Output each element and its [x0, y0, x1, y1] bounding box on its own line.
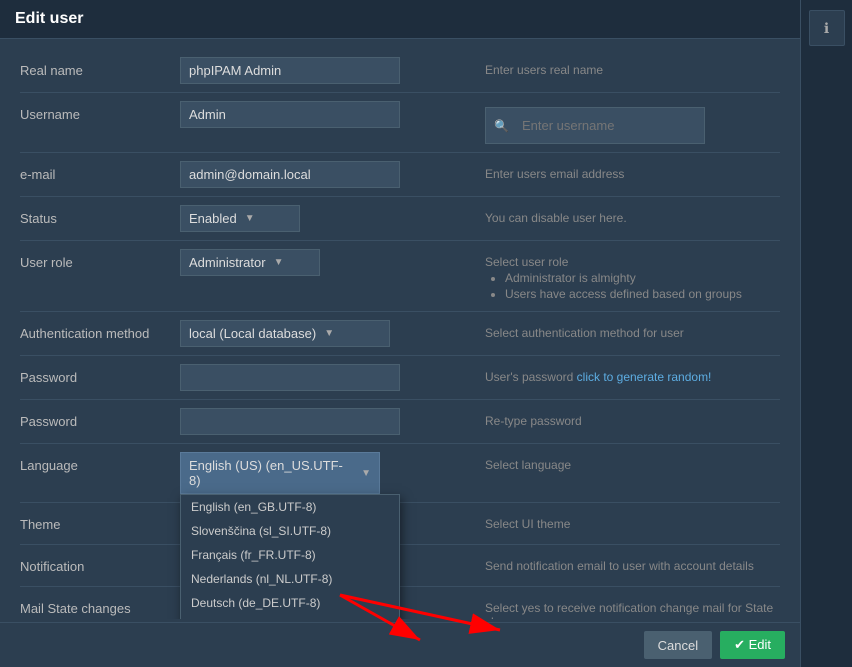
status-value: Enabled	[189, 211, 237, 226]
username-search-wrap: 🔍	[485, 107, 705, 144]
password-input[interactable]	[180, 364, 400, 391]
edit-button[interactable]: ✔ Edit	[720, 631, 785, 659]
language-control: English (US) (en_US.UTF-8) ▼ English (en…	[180, 452, 475, 494]
modal-body: Real name Enter users real name Username…	[0, 39, 800, 619]
auth-method-hint: Select authentication method for user	[475, 320, 780, 340]
notification-hint: Send notification email to user with acc…	[475, 553, 780, 573]
status-label: Status	[20, 205, 180, 226]
status-select[interactable]: Enabled ▼	[180, 205, 300, 232]
password2-label: Password	[20, 408, 180, 429]
search-icon: 🔍	[494, 119, 509, 133]
mail-state-row: Mail State changes Select yes to receive…	[20, 587, 780, 619]
lang-option-en-gb[interactable]: English (en_GB.UTF-8)	[181, 495, 399, 519]
notification-row: Notification Send notification email to …	[20, 545, 780, 587]
password2-input[interactable]	[180, 408, 400, 435]
username-label: Username	[20, 101, 180, 122]
status-control: Enabled ▼	[180, 205, 475, 232]
user-role-control: Administrator ▼	[180, 249, 475, 276]
password-label: Password	[20, 364, 180, 385]
theme-label: Theme	[20, 511, 180, 532]
language-hint: Select language	[475, 452, 780, 472]
auth-method-select[interactable]: local (Local database) ▼	[180, 320, 390, 347]
password2-row: Password Re-type password	[20, 400, 780, 444]
info-button[interactable]: ℹ	[809, 10, 845, 46]
email-hint: Enter users email address	[475, 161, 780, 181]
real-name-hint: Enter users real name	[475, 57, 780, 77]
right-sidebar: ℹ	[800, 0, 852, 667]
username-search-input[interactable]	[514, 113, 696, 138]
user-role-row: User role Administrator ▼ Select user ro…	[20, 241, 780, 312]
language-label: Language	[20, 452, 180, 473]
theme-row: Theme Select UI theme	[20, 503, 780, 545]
language-select[interactable]: English (US) (en_US.UTF-8) ▼	[180, 452, 380, 494]
modal-header: Edit user	[0, 0, 800, 39]
username-input[interactable]	[180, 101, 400, 128]
generate-random-link[interactable]: click to generate random!	[577, 370, 712, 384]
mail-state-hint: Select yes to receive notification chang…	[475, 595, 780, 619]
username-row: Username 🔍	[20, 93, 780, 153]
notification-label: Notification	[20, 553, 180, 574]
modal-footer: Cancel ✔ Edit	[0, 622, 800, 667]
user-role-select[interactable]: Administrator ▼	[180, 249, 320, 276]
password-hint: User's password click to generate random…	[475, 364, 780, 384]
email-control	[180, 161, 475, 188]
real-name-row: Real name Enter users real name	[20, 49, 780, 93]
user-role-hint-title: Select user role	[485, 255, 780, 269]
lang-option-nl-nl[interactable]: Nederlands (nl_NL.UTF-8)	[181, 567, 399, 591]
username-control	[180, 101, 475, 128]
mail-state-label: Mail State changes	[20, 595, 180, 616]
auth-method-control: local (Local database) ▼	[180, 320, 475, 347]
email-row: e-mail Enter users email address	[20, 153, 780, 197]
modal-title: Edit user	[15, 10, 83, 27]
user-role-label: User role	[20, 249, 180, 270]
language-value: English (US) (en_US.UTF-8)	[189, 458, 353, 488]
hint-list-item-1: Users have access defined based on group…	[505, 287, 780, 301]
auth-method-arrow-icon: ▼	[324, 328, 334, 339]
lang-option-fr-fr[interactable]: Français (fr_FR.UTF-8)	[181, 543, 399, 567]
username-hint: 🔍	[475, 101, 780, 144]
status-hint: You can disable user here.	[475, 205, 780, 225]
edit-user-modal: Edit user Real name Enter users real nam…	[0, 0, 800, 667]
language-row: Language English (US) (en_US.UTF-8) ▼ En…	[20, 444, 780, 503]
lang-option-de-de[interactable]: Deutsch (de_DE.UTF-8)	[181, 591, 399, 615]
user-role-hint: Select user role Administrator is almigh…	[475, 249, 780, 303]
theme-hint: Select UI theme	[475, 511, 780, 531]
language-dropdown-menu: English (en_GB.UTF-8) Slovenščina (sl_SI…	[180, 494, 400, 619]
hint-list-item-0: Administrator is almighty	[505, 271, 780, 285]
auth-method-row: Authentication method local (Local datab…	[20, 312, 780, 356]
auth-method-value: local (Local database)	[189, 326, 316, 341]
password2-hint: Re-type password	[475, 408, 780, 428]
user-role-value: Administrator	[189, 255, 266, 270]
status-arrow-icon: ▼	[245, 213, 255, 224]
lang-option-pt-br[interactable]: Brazil (pt_BR.UTF-8)	[181, 615, 399, 619]
lang-option-sl-si[interactable]: Slovenščina (sl_SI.UTF-8)	[181, 519, 399, 543]
email-input[interactable]	[180, 161, 400, 188]
language-arrow-icon: ▼	[361, 468, 371, 479]
user-role-hint-list: Administrator is almighty Users have acc…	[485, 271, 780, 301]
password-control	[180, 364, 475, 391]
user-role-arrow-icon: ▼	[274, 257, 284, 268]
password2-control	[180, 408, 475, 435]
password-hint-text: User's password	[485, 370, 577, 384]
password-row: Password User's password click to genera…	[20, 356, 780, 400]
cancel-button[interactable]: Cancel	[644, 631, 712, 659]
email-label: e-mail	[20, 161, 180, 182]
status-row: Status Enabled ▼ You can disable user he…	[20, 197, 780, 241]
auth-method-label: Authentication method	[20, 320, 180, 341]
real-name-control	[180, 57, 475, 84]
info-icon: ℹ	[824, 20, 829, 37]
real-name-label: Real name	[20, 57, 180, 78]
real-name-input[interactable]	[180, 57, 400, 84]
